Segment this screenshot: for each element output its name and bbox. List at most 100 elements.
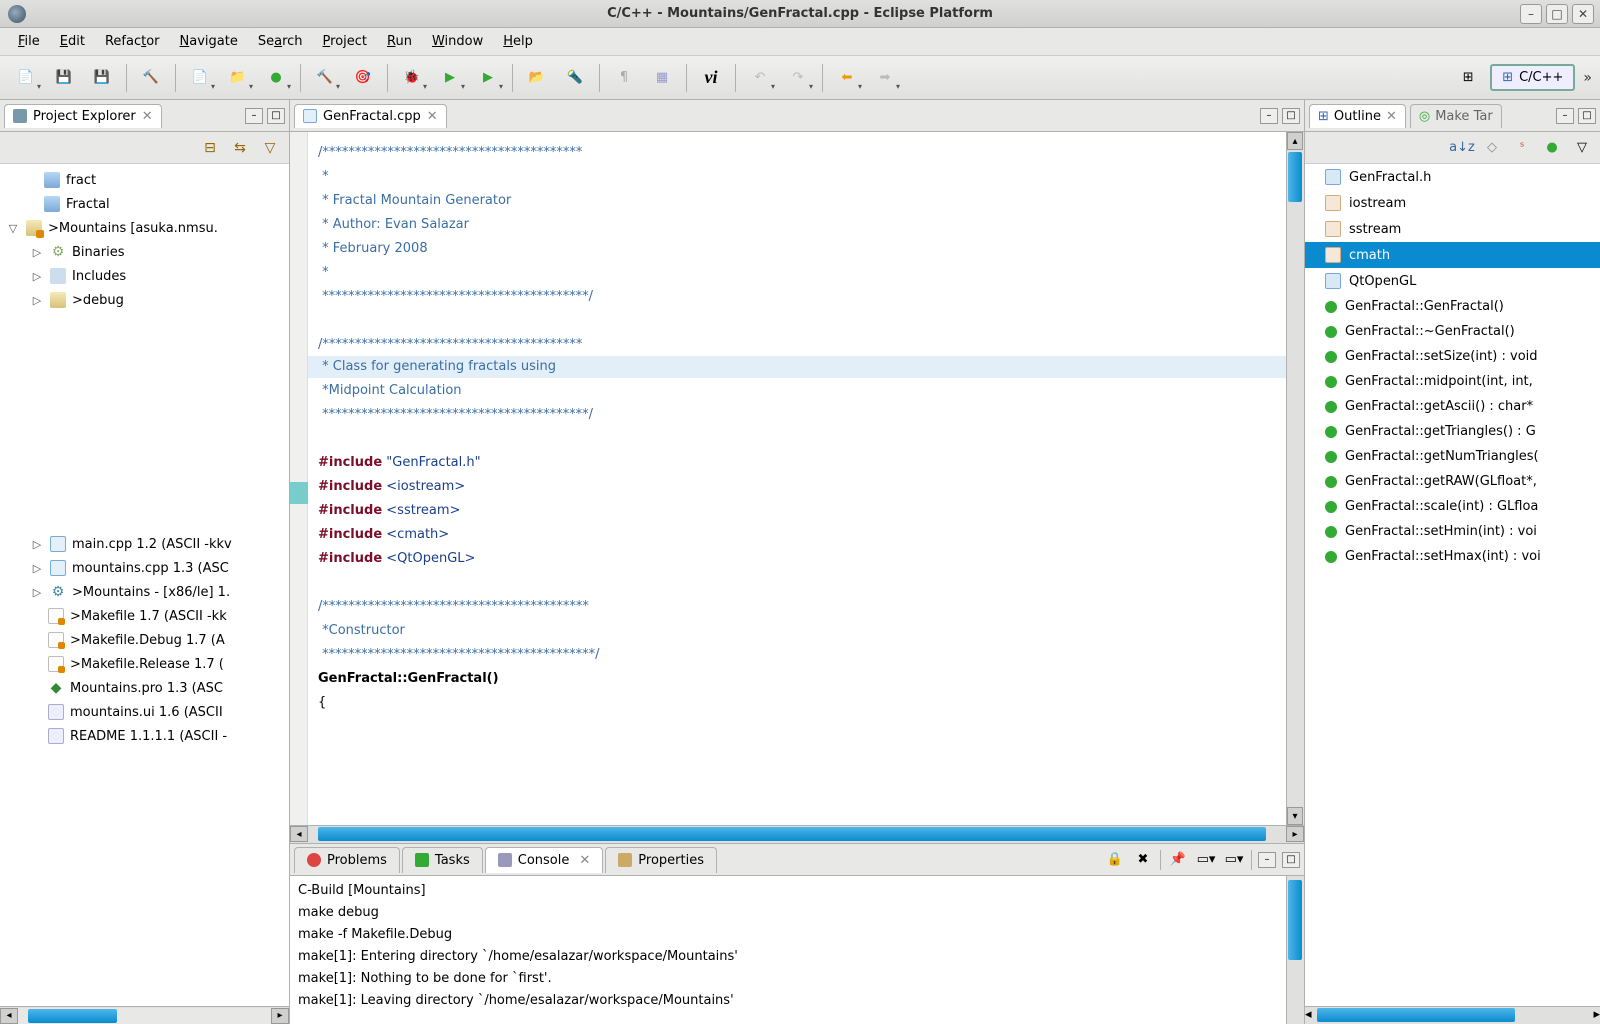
scroll-down-button[interactable]: ▾ bbox=[1287, 807, 1303, 825]
project-tree-hscroll[interactable]: ◂ ▸ bbox=[0, 1006, 289, 1024]
outline-item[interactable]: GenFractal::midpoint(int, int, bbox=[1305, 369, 1600, 394]
scroll-thumb[interactable] bbox=[318, 827, 1267, 841]
tree-item-main-cpp[interactable]: ▷main.cpp 1.2 (ASCII -kkv bbox=[0, 532, 289, 556]
outline-item[interactable]: GenFractal::GenFractal() bbox=[1305, 294, 1600, 319]
toggle-mark-button[interactable]: ¶ bbox=[606, 62, 642, 94]
close-icon[interactable]: ✕ bbox=[142, 109, 153, 124]
outline-item[interactable]: GenFractal::getAscii() : char* bbox=[1305, 394, 1600, 419]
perspective-cpp[interactable]: ⊞ C/C++ bbox=[1490, 64, 1575, 91]
scroll-thumb[interactable] bbox=[1317, 1008, 1514, 1022]
outline-list[interactable]: GenFractal.hiostreamsstreamcmathQtOpenGL… bbox=[1305, 164, 1600, 1006]
editor-tab-genfractal[interactable]: GenFractal.cpp ✕ bbox=[294, 104, 447, 128]
new-cpp-button[interactable]: 📄 bbox=[182, 62, 218, 94]
menu-run[interactable]: Run bbox=[379, 30, 420, 53]
menu-file[interactable]: File bbox=[10, 30, 48, 53]
display-console-button[interactable]: ▭▾ bbox=[1195, 849, 1217, 871]
project-tree[interactable]: fract Fractal ▽>Mountains [asuka.nmsu. ▷… bbox=[0, 164, 289, 1006]
run-button[interactable]: ▶ bbox=[432, 62, 468, 94]
outline-item[interactable]: GenFractal::~GenFractal() bbox=[1305, 319, 1600, 344]
scroll-left-button[interactable]: ◂ bbox=[0, 1008, 18, 1024]
outline-item[interactable]: GenFractal::setHmax(int) : voi bbox=[1305, 544, 1600, 569]
forward-button[interactable]: ➡ bbox=[867, 62, 903, 94]
menu-navigate[interactable]: Navigate bbox=[172, 30, 246, 53]
project-explorer-tab[interactable]: Project Explorer ✕ bbox=[4, 104, 162, 128]
menu-edit[interactable]: Edit bbox=[52, 30, 93, 53]
open-console-button[interactable]: ▭▾ bbox=[1223, 849, 1245, 871]
scroll-up-button[interactable]: ▴ bbox=[1287, 132, 1303, 150]
scroll-right-button[interactable]: ▸ bbox=[271, 1008, 289, 1024]
tab-properties[interactable]: Properties bbox=[605, 847, 717, 873]
tree-item-includes[interactable]: ▷Includes bbox=[0, 264, 289, 288]
outline-tab[interactable]: ⊞ Outline ✕ bbox=[1309, 104, 1406, 128]
tree-item-mountains[interactable]: ▽>Mountains [asuka.nmsu. bbox=[0, 216, 289, 240]
close-icon[interactable]: ✕ bbox=[579, 853, 590, 868]
new-class-button[interactable]: ● bbox=[258, 62, 294, 94]
tree-item-mountains-exe[interactable]: ▷⚙>Mountains - [x86/le] 1. bbox=[0, 580, 289, 604]
console-vscroll[interactable] bbox=[1286, 876, 1304, 1024]
maximize-view-button[interactable]: □ bbox=[1578, 108, 1596, 124]
tree-item-readme[interactable]: README 1.1.1.1 (ASCII - bbox=[0, 724, 289, 748]
outline-item[interactable]: QtOpenGL bbox=[1305, 268, 1600, 294]
view-menu-button[interactable]: ▽ bbox=[259, 137, 281, 159]
minimize-editor-button[interactable]: – bbox=[1260, 108, 1278, 124]
tree-item-makefile-release[interactable]: >Makefile.Release 1.7 ( bbox=[0, 652, 289, 676]
collapse-all-button[interactable]: ⊟ bbox=[199, 137, 221, 159]
tree-item-makefile-debug[interactable]: >Makefile.Debug 1.7 (A bbox=[0, 628, 289, 652]
build-proj-button[interactable]: 🔨 bbox=[307, 62, 343, 94]
maximize-view-button[interactable]: □ bbox=[267, 108, 285, 124]
minimize-view-button[interactable]: – bbox=[245, 108, 263, 124]
menu-search[interactable]: Search bbox=[250, 30, 311, 53]
outline-item[interactable]: GenFractal::getTriangles() : G bbox=[1305, 419, 1600, 444]
outline-item[interactable]: cmath bbox=[1305, 242, 1600, 268]
search-button[interactable]: 🔦 bbox=[557, 62, 593, 94]
menu-window[interactable]: Window bbox=[424, 30, 491, 53]
ext-tools-button[interactable]: ▶ bbox=[470, 62, 506, 94]
maximize-view-button[interactable]: □ bbox=[1282, 852, 1300, 868]
outline-item[interactable]: GenFractal::scale(int) : GLfloa bbox=[1305, 494, 1600, 519]
save-button[interactable]: 💾 bbox=[46, 62, 82, 94]
scroll-right-button[interactable]: ▸ bbox=[1286, 826, 1304, 842]
outline-hscroll[interactable]: ◂ ▸ bbox=[1305, 1006, 1600, 1024]
minimize-button[interactable]: – bbox=[1520, 4, 1542, 24]
open-type-button[interactable]: 📂 bbox=[519, 62, 555, 94]
tree-item-fract[interactable]: fract bbox=[0, 168, 289, 192]
sort-button[interactable]: a↓z bbox=[1452, 138, 1472, 158]
hide-static-button[interactable]: ˢ bbox=[1512, 138, 1532, 158]
clear-console-button[interactable]: ✖ bbox=[1132, 849, 1154, 871]
scroll-right-button[interactable]: ▸ bbox=[1593, 1007, 1600, 1024]
save-all-button[interactable]: 💾 bbox=[84, 62, 120, 94]
tree-item-mountains-cpp[interactable]: ▷mountains.cpp 1.3 (ASC bbox=[0, 556, 289, 580]
editor-hscroll[interactable]: ◂ ▸ bbox=[290, 825, 1304, 843]
console-body[interactable]: C-Build [Mountains] make debug make -f M… bbox=[290, 876, 1304, 1024]
back-button[interactable]: ⬅ bbox=[829, 62, 865, 94]
outline-item[interactable]: iostream bbox=[1305, 190, 1600, 216]
maximize-button[interactable]: □ bbox=[1546, 4, 1568, 24]
outline-item[interactable]: GenFractal::setHmin(int) : voi bbox=[1305, 519, 1600, 544]
link-editor-button[interactable]: ⇆ bbox=[229, 137, 251, 159]
menu-refactor[interactable]: Refactor bbox=[97, 30, 168, 53]
hide-fields-button[interactable]: ◇ bbox=[1482, 138, 1502, 158]
tree-item-binaries[interactable]: ▷⚙Binaries bbox=[0, 240, 289, 264]
minimize-view-button[interactable]: – bbox=[1258, 852, 1276, 868]
open-perspective-button[interactable]: ⊞ bbox=[1450, 62, 1486, 94]
new-folder-button[interactable]: 📁 bbox=[220, 62, 256, 94]
hide-nonpublic-button[interactable]: ● bbox=[1542, 138, 1562, 158]
build-tgt-button[interactable]: 🎯 bbox=[345, 62, 381, 94]
code-editor[interactable]: /***************************************… bbox=[308, 132, 1286, 825]
tab-console[interactable]: Console✕ bbox=[485, 847, 604, 873]
editor-body[interactable]: /***************************************… bbox=[290, 132, 1304, 825]
toggle-block-button[interactable]: ▦ bbox=[644, 62, 680, 94]
outline-item[interactable]: GenFractal::getNumTriangles( bbox=[1305, 444, 1600, 469]
tree-item-mountains-pro[interactable]: ◆Mountains.pro 1.3 (ASC bbox=[0, 676, 289, 700]
tree-item-mountains-ui[interactable]: mountains.ui 1.6 (ASCII bbox=[0, 700, 289, 724]
build-button[interactable]: 🔨 bbox=[133, 62, 169, 94]
close-button[interactable]: ✕ bbox=[1572, 4, 1594, 24]
last-edit-button[interactable]: ↶ bbox=[742, 62, 778, 94]
close-icon[interactable]: ✕ bbox=[427, 109, 438, 124]
minimize-view-button[interactable]: – bbox=[1556, 108, 1574, 124]
outline-item[interactable]: GenFractal::getRAW(GLfloat*, bbox=[1305, 469, 1600, 494]
chevron-icon[interactable]: » bbox=[1583, 70, 1592, 86]
debug-button[interactable]: 🐞 bbox=[394, 62, 430, 94]
vi-button[interactable]: vi bbox=[693, 62, 729, 94]
menu-project[interactable]: Project bbox=[315, 30, 376, 53]
